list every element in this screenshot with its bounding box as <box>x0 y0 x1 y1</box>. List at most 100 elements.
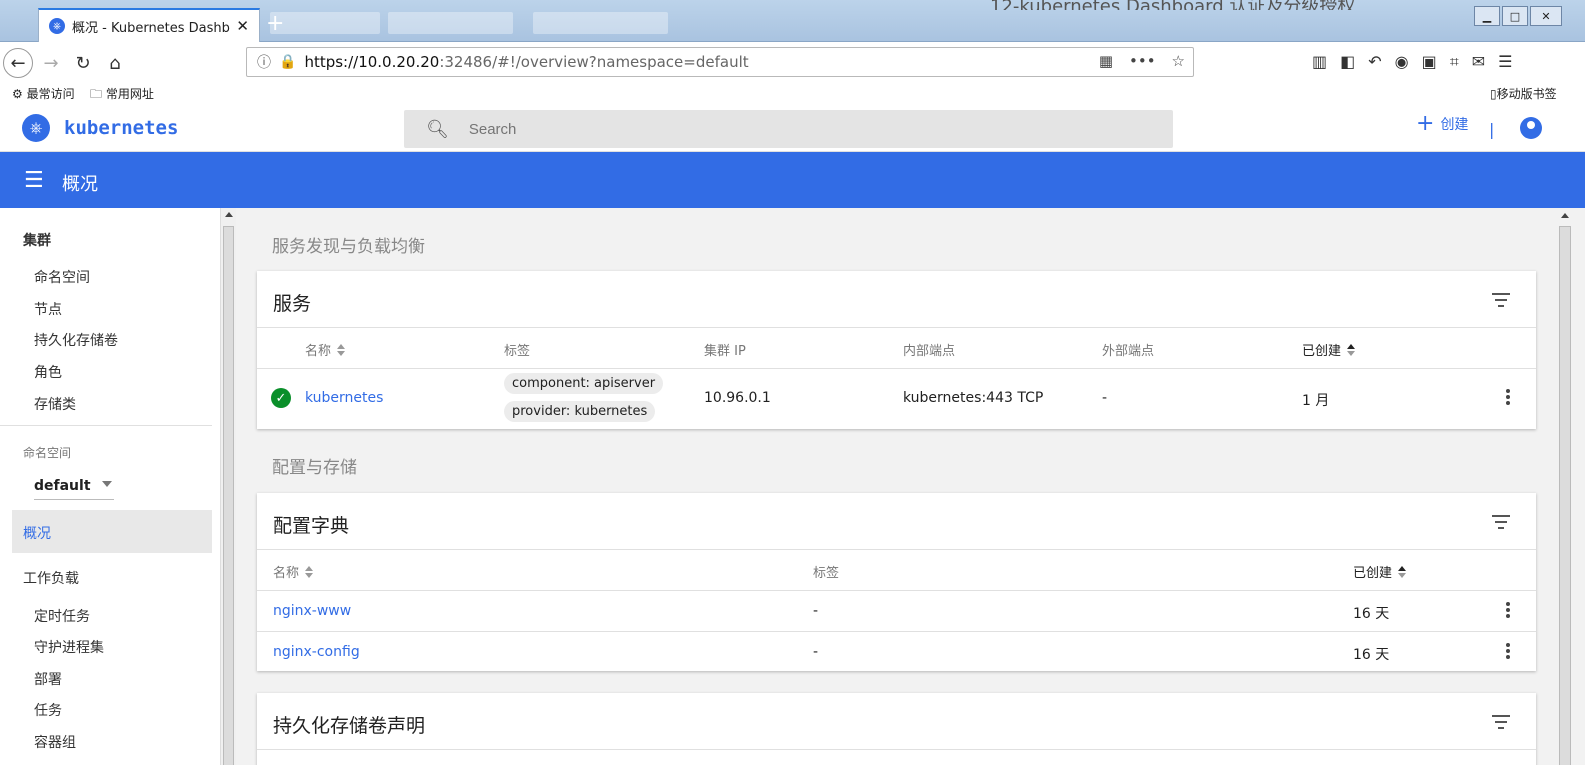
cluster-ip: 10.96.0.1 <box>704 390 771 406</box>
library-icon[interactable]: ▥ <box>1312 52 1327 72</box>
site-info-icon[interactable]: ⓘ <box>257 52 271 72</box>
sidebar-toggle-icon[interactable]: ◧ <box>1340 52 1355 72</box>
sidebar-divider <box>0 425 212 426</box>
sort-icon[interactable] <box>305 565 314 578</box>
forward-button[interactable]: → <box>36 48 66 78</box>
configmap-name-link[interactable]: nginx-www <box>273 603 351 619</box>
sidebar-item-nodes[interactable]: 节点 <box>34 299 62 319</box>
filter-icon[interactable] <box>1492 293 1510 311</box>
hamburger-menu-icon[interactable]: ☰ <box>24 168 44 193</box>
menu-icon[interactable]: ☰ <box>1498 52 1512 72</box>
back-button[interactable]: ← <box>3 48 33 78</box>
sort-icon[interactable] <box>337 343 346 356</box>
sidebar-item-persistent-volumes[interactable]: 持久化存储卷 <box>34 330 118 350</box>
background-tab[interactable] <box>388 12 513 34</box>
page-toolbar: ☰ 概况 <box>0 152 1585 208</box>
plus-icon: + <box>1416 111 1435 136</box>
mobile-icon: ▯ <box>1490 87 1497 101</box>
home-button[interactable]: ⌂ <box>100 48 130 78</box>
search-input[interactable] <box>468 120 1069 138</box>
filter-icon[interactable] <box>1492 715 1510 733</box>
new-tab-button[interactable]: + <box>266 12 284 36</box>
more-actions-icon[interactable] <box>1506 643 1510 661</box>
scroll-up-arrow-icon[interactable] <box>225 212 233 217</box>
bookmark-common-sites[interactable]: 🗀 常用网址 <box>90 85 154 106</box>
account-sync-icon[interactable]: ◉ <box>1395 52 1409 72</box>
sidebar-item-pods[interactable]: 容器组 <box>34 732 76 752</box>
create-button[interactable]: + 创建 <box>1416 111 1469 136</box>
page-actions-icon[interactable]: ••• <box>1129 52 1156 70</box>
search-bar[interactable]: 🔍︎ <box>404 110 1173 148</box>
sidebar-heading-workloads[interactable]: 工作负载 <box>23 568 79 588</box>
close-tab-icon[interactable]: ✕ <box>236 17 249 35</box>
main-scrollbar[interactable] <box>1556 208 1585 765</box>
internal-endpoint: kubernetes:443 TCP <box>903 390 1044 406</box>
scroll-up-arrow-icon[interactable] <box>1561 213 1569 218</box>
maximize-window-button[interactable]: □ <box>1502 6 1528 26</box>
background-tab[interactable] <box>533 12 668 34</box>
scrollbar-thumb[interactable] <box>1559 226 1571 765</box>
screenshot-icon[interactable]: ⌗ <box>1450 52 1459 72</box>
folder-icon: 🗀 <box>90 87 103 101</box>
chat-icon[interactable]: ✉ <box>1472 52 1485 72</box>
account-icon[interactable] <box>1520 117 1542 139</box>
created-age: 16 天 <box>1353 647 1390 663</box>
configmap-labels: - <box>813 644 819 660</box>
card-title: 配置字典 <box>273 515 350 537</box>
bookmark-star-icon[interactable]: ☆ <box>1172 52 1185 70</box>
table-row: ✓ kubernetes component: apiserver provid… <box>257 368 1536 429</box>
sidebar-item-namespaces[interactable]: 命名空间 <box>34 267 90 287</box>
configmap-name-link[interactable]: nginx-config <box>273 644 360 660</box>
sidebar-item-daemonsets[interactable]: 守护进程集 <box>34 637 104 657</box>
service-name-link[interactable]: kubernetes <box>305 390 383 406</box>
kubernetes-logo-icon[interactable]: ⎈ <box>22 114 50 142</box>
sidebar-heading-cluster[interactable]: 集群 <box>23 230 51 250</box>
configmaps-card: 配置字典 名称 标签 已创建 nginx-www - 16 天 nginx-co… <box>257 493 1536 671</box>
reload-button[interactable]: ↻ <box>68 48 98 78</box>
column-header-name[interactable]: 名称 <box>273 562 314 581</box>
bookmarks-bar: ⚙ 最常访问 🗀 常用网址 ▯移动版书签 <box>0 82 1585 104</box>
undo-icon[interactable]: ↶ <box>1368 52 1381 72</box>
configmap-labels: - <box>813 603 819 619</box>
sidebar-item-deployments[interactable]: 部署 <box>34 669 62 689</box>
main-content: 服务发现与负载均衡 服务 名称 标签 集群 IP 内部端点 外部端点 已创建 ✓… <box>236 208 1556 765</box>
qr-code-icon[interactable]: ▦ <box>1099 52 1113 70</box>
namespace-value: default <box>34 477 91 494</box>
column-header-name[interactable]: 名称 <box>305 340 346 359</box>
active-tab[interactable]: ⎈ 概况 - Kubernetes Dashboard ✕ <box>38 8 260 42</box>
sidebar-item-jobs[interactable]: 任务 <box>34 700 62 720</box>
minimize-window-button[interactable]: ▁ <box>1474 6 1500 26</box>
lock-warning-icon[interactable]: 🔒 <box>279 54 296 70</box>
scrollbar-thumb[interactable] <box>223 226 234 765</box>
logo-text[interactable]: kubernetes <box>64 117 178 139</box>
namespace-select[interactable]: default <box>34 472 114 500</box>
close-window-button[interactable]: ✕ <box>1530 6 1562 26</box>
kubernetes-favicon-icon: ⎈ <box>49 18 65 34</box>
bookmark-most-visited[interactable]: ⚙ 最常访问 <box>12 85 75 102</box>
background-tab[interactable] <box>270 12 380 34</box>
create-label: 创建 <box>1440 117 1469 133</box>
sort-icon[interactable] <box>1398 565 1407 578</box>
mobile-bookmarks[interactable]: ▯移动版书签 <box>1490 85 1557 102</box>
qr-scan-icon[interactable]: ▣ <box>1422 52 1437 72</box>
address-bar[interactable]: ⓘ 🔒 https://10.0.20.20:32486/#!/overview… <box>246 47 1194 77</box>
label-chip: component: apiserver <box>504 373 664 394</box>
more-actions-icon[interactable] <box>1506 602 1510 620</box>
sort-icon[interactable] <box>1347 343 1356 356</box>
services-card: 服务 名称 标签 集群 IP 内部端点 外部端点 已创建 ✓ kubernete… <box>257 271 1536 429</box>
table-row: nginx-www - 16 天 <box>257 590 1536 631</box>
sidebar-item-overview[interactable]: 概况 <box>12 510 212 553</box>
sidebar-item-roles[interactable]: 角色 <box>34 362 62 382</box>
url-text[interactable]: https://10.0.20.20:32486/#!/overview?nam… <box>304 53 748 71</box>
page-title: 概况 <box>62 174 98 195</box>
sidebar-scrollbar[interactable] <box>220 208 236 765</box>
filter-icon[interactable] <box>1492 515 1510 533</box>
sidebar-item-storage-classes[interactable]: 存储类 <box>34 394 76 414</box>
column-header-created[interactable]: 已创建 <box>1302 340 1356 359</box>
sidebar-item-cronjobs[interactable]: 定时任务 <box>34 606 90 626</box>
sidebar: 集群 命名空间 节点 持久化存储卷 角色 存储类 命名空间 default 概况… <box>0 208 220 765</box>
column-header-created[interactable]: 已创建 <box>1353 562 1407 581</box>
pvc-card: 持久化存储卷声明 <box>257 693 1536 765</box>
more-actions-icon[interactable] <box>1506 389 1510 407</box>
dropdown-caret-icon <box>102 481 112 487</box>
